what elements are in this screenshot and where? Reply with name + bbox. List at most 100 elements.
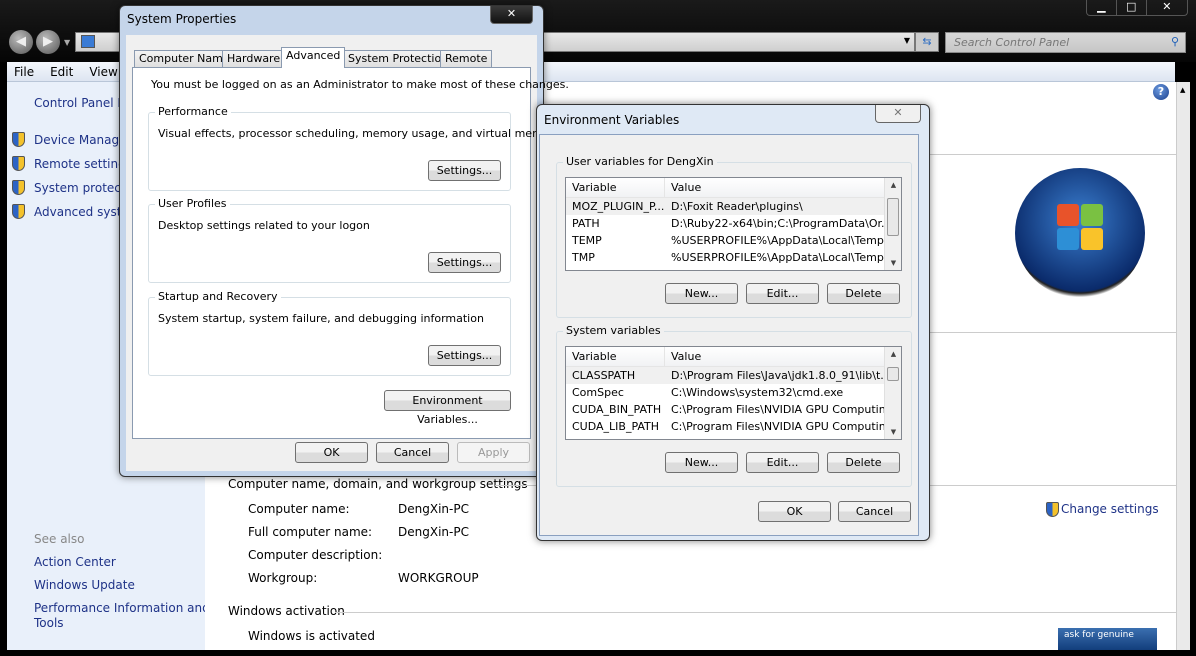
see-also-heading: See also	[34, 532, 85, 546]
workgroup-value: WORKGROUP	[398, 571, 479, 585]
startup-recovery-settings-button[interactable]: Settings...	[428, 345, 501, 366]
address-dropdown-icon[interactable]: ▼	[904, 36, 910, 45]
variable-value: C:\Windows\system32\cmd.exe	[671, 386, 844, 399]
close-button[interactable]: ✕	[875, 105, 921, 123]
maximize-button[interactable]: □	[1117, 0, 1147, 15]
variable-name: PATH	[572, 217, 600, 230]
tab-hardware[interactable]: Hardware	[222, 50, 286, 68]
cancel-button[interactable]: Cancel	[376, 442, 449, 463]
group-description: Visual effects, processor scheduling, me…	[158, 127, 561, 140]
user-delete-button[interactable]: Delete	[827, 283, 900, 304]
group-title: Startup and Recovery	[155, 290, 281, 303]
close-button[interactable]: ✕	[490, 6, 533, 24]
dialog-body: User variables for DengXin Variable Value…	[539, 134, 919, 536]
group-title: Performance	[155, 105, 231, 118]
user-profiles-settings-button[interactable]: Settings...	[428, 252, 501, 273]
divider	[925, 332, 1176, 333]
variable-value: D:\Program Files\Java\jdk1.8.0_91\lib\t.…	[671, 369, 891, 382]
search-icon[interactable]: ⚲	[1171, 35, 1179, 48]
recent-pages-dropdown[interactable]: ▼	[64, 38, 70, 47]
list-row[interactable]: TMP %USERPROFILE%\AppData\Local\Temp	[566, 249, 901, 266]
system-properties-dialog: System Properties ✕ Computer Name Hardwa…	[119, 5, 569, 477]
ok-button[interactable]: OK	[295, 442, 368, 463]
windows-update-link[interactable]: Windows Update	[34, 578, 135, 592]
variable-value: D:\Ruby22-x64\bin;C:\ProgramData\Or...	[671, 217, 892, 230]
user-variables-group: User variables for DengXin Variable Value…	[556, 155, 912, 318]
search-input[interactable]: Search Control Panel ⚲	[945, 32, 1186, 53]
user-new-button[interactable]: New...	[665, 283, 738, 304]
list-row[interactable]: CUDA_BIN_PATH C:\Program Files\NVIDIA GPU…	[566, 401, 901, 418]
user-edit-button[interactable]: Edit...	[746, 283, 819, 304]
group-title: User Profiles	[155, 197, 230, 210]
device-manager-link[interactable]: Device Manager	[34, 133, 131, 147]
tab-computer-name[interactable]: Computer Name	[134, 50, 235, 68]
variable-value: C:\Program Files\NVIDIA GPU Computin...	[671, 403, 897, 416]
tab-remote[interactable]: Remote	[440, 50, 493, 68]
shield-icon	[12, 180, 25, 195]
shield-icon	[12, 204, 25, 219]
column-header-value[interactable]: Value	[665, 178, 901, 197]
group-title: User variables for DengXin	[563, 155, 717, 168]
apply-button[interactable]: Apply	[457, 442, 530, 463]
close-button[interactable]: ✕	[1147, 0, 1187, 15]
performance-info-link-cont[interactable]: Tools	[34, 616, 64, 630]
list-row[interactable]: CLASSPATH D:\Program Files\Java\jdk1.8.0_…	[566, 367, 901, 384]
variable-value: %USERPROFILE%\AppData\Local\Temp	[671, 251, 884, 264]
column-header-variable[interactable]: Variable	[566, 178, 665, 197]
menu-file[interactable]: File	[14, 62, 34, 81]
list-scrollbar[interactable]: ▲ ▼	[884, 347, 901, 439]
admin-notice: You must be logged on as an Administrato…	[151, 78, 569, 91]
column-header-variable[interactable]: Variable	[566, 347, 665, 366]
menu-view[interactable]: View	[89, 62, 117, 81]
shield-icon	[1046, 502, 1059, 517]
windows-activation-heading: Windows activation	[228, 604, 345, 618]
system-delete-button[interactable]: Delete	[827, 452, 900, 473]
group-description: System startup, system failure, and debu…	[158, 312, 484, 325]
genuine-badge-text: ask for genuine	[1064, 630, 1134, 640]
action-center-link[interactable]: Action Center	[34, 555, 116, 569]
tab-system-protection[interactable]: System Protection	[343, 50, 454, 68]
help-icon[interactable]: ?	[1153, 84, 1169, 100]
minimize-button[interactable]: ▁	[1087, 0, 1117, 15]
divider	[335, 612, 1176, 613]
user-profiles-group: User Profiles Desktop settings related t…	[148, 197, 511, 283]
list-row[interactable]: TEMP %USERPROFILE%\AppData\Local\Temp	[566, 232, 901, 249]
divider	[925, 154, 1176, 155]
system-edit-button[interactable]: Edit...	[746, 452, 819, 473]
refresh-button[interactable]: ⇆	[915, 32, 939, 52]
list-row[interactable]: ComSpec C:\Windows\system32\cmd.exe	[566, 384, 901, 401]
ok-button[interactable]: OK	[758, 501, 831, 522]
performance-info-link[interactable]: Performance Information and	[34, 601, 210, 615]
variable-name: CLASSPATH	[572, 369, 636, 382]
system-new-button[interactable]: New...	[665, 452, 738, 473]
performance-settings-button[interactable]: Settings...	[428, 160, 501, 181]
list-row[interactable]: CUDA_LIB_PATH C:\Program Files\NVIDIA GPU…	[566, 418, 901, 435]
forward-button[interactable]: ▶	[36, 30, 60, 54]
user-variables-list[interactable]: Variable Value MOZ_PLUGIN_P... D:\Foxit Re…	[565, 177, 902, 271]
variable-name: CUDA_BIN_PATH	[572, 403, 662, 416]
main-scrollbar[interactable]: ▲	[1176, 82, 1190, 650]
cancel-button[interactable]: Cancel	[838, 501, 911, 522]
remote-settings-link[interactable]: Remote settings	[34, 157, 132, 171]
variable-value: C:\Program Files\NVIDIA GPU Computin...	[671, 420, 897, 433]
control-panel-home-link[interactable]: Control Panel H	[34, 96, 126, 110]
environment-variables-button[interactable]: Environment Variables...	[384, 390, 511, 426]
genuine-badge[interactable]: ask for genuine	[1058, 628, 1157, 650]
back-button[interactable]: ◀	[9, 30, 33, 54]
computer-description-label: Computer description:	[248, 548, 383, 562]
windows-logo-icon	[1015, 168, 1145, 298]
tab-advanced[interactable]: Advanced	[281, 47, 346, 68]
system-variables-group: System variables Variable Value CLASSPATH…	[556, 324, 912, 487]
list-row[interactable]: MOZ_PLUGIN_P... D:\Foxit Reader\plugins\	[566, 198, 901, 215]
column-header-value[interactable]: Value	[665, 347, 901, 366]
variable-value: D:\Foxit Reader\plugins\	[671, 200, 803, 213]
window-controls: ▁ □ ✕	[1086, 0, 1188, 16]
variable-value: %USERPROFILE%\AppData\Local\Temp	[671, 234, 884, 247]
variable-name: TMP	[572, 251, 595, 264]
change-settings-link[interactable]: Change settings	[1061, 502, 1159, 516]
system-variables-list[interactable]: Variable Value CLASSPATH D:\Program Files\…	[565, 346, 902, 440]
list-scrollbar[interactable]: ▲ ▼	[884, 178, 901, 270]
menu-edit[interactable]: Edit	[50, 62, 73, 81]
list-row[interactable]: PATH D:\Ruby22-x64\bin;C:\ProgramData\Or.…	[566, 215, 901, 232]
shield-icon	[12, 132, 25, 147]
